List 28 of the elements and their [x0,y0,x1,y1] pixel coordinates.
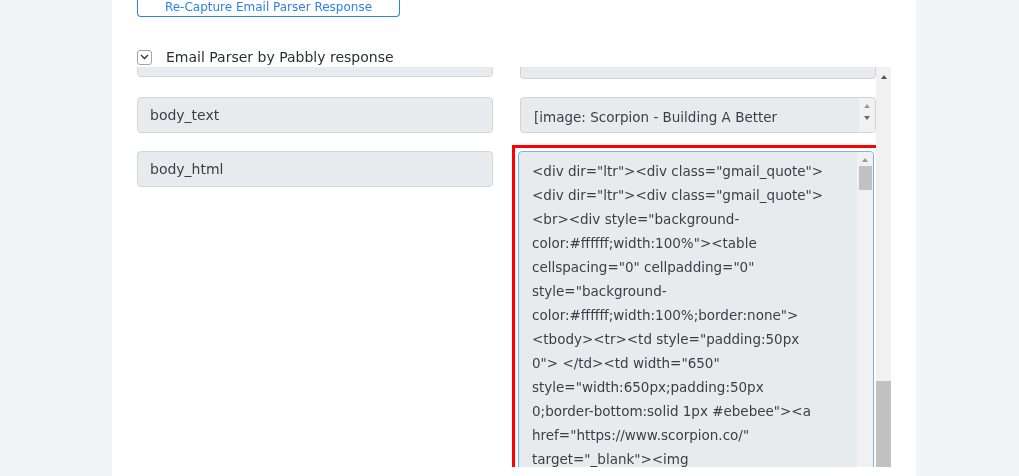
recapture-button[interactable]: Re-Capture Email Parser Response [137,0,400,17]
scroll-up-icon[interactable] [878,73,889,81]
value-line: <br><div style="background- [532,210,741,229]
value-textarea[interactable]: [image: Scorpion - Building A Better [520,97,876,133]
scroll-arrows-icon[interactable] [860,156,870,164]
field-name: body_html [137,151,493,187]
value-line: href="https://www.scorpion.co/" [532,426,751,445]
chevron-icon [140,54,149,60]
value-line: <div dir="ltr"><div class="gmail_quote"> [532,186,825,205]
field-name: body_text [137,97,493,133]
value-line: cellspacing="0" cellpadding="0" [532,258,756,277]
value-line: [image: Scorpion - Building A Better [534,108,779,127]
value-line: target="_blank"><img [532,450,690,467]
scroll-thumb[interactable] [876,381,891,467]
collapse-toggle[interactable] [137,49,152,65]
value-line: 0;border-bottom:solid 1px #ebebee"><a [532,402,812,421]
value-line: style="width:650px;padding:50px [532,378,765,397]
value-line: color:#ffffff;width:100%;border:none"> [532,306,800,325]
value-line: 0"> </td><td width="650" [532,354,721,373]
value-line: color:#ffffff;width:100%"><table [532,234,758,253]
value-line: style="background- [532,282,668,301]
textarea-scrollbar[interactable] [859,98,875,132]
page-scrollbar[interactable] [876,67,891,467]
value-line: <tbody><tr><td style="padding:50px [532,330,801,349]
value-line: <div dir="ltr"><div class="gmail_quote"> [532,162,825,181]
scroll-thumb[interactable] [858,166,872,190]
textarea-scrollbar[interactable] [857,152,873,467]
section-title: Email Parser by Pabbly response [166,49,394,65]
